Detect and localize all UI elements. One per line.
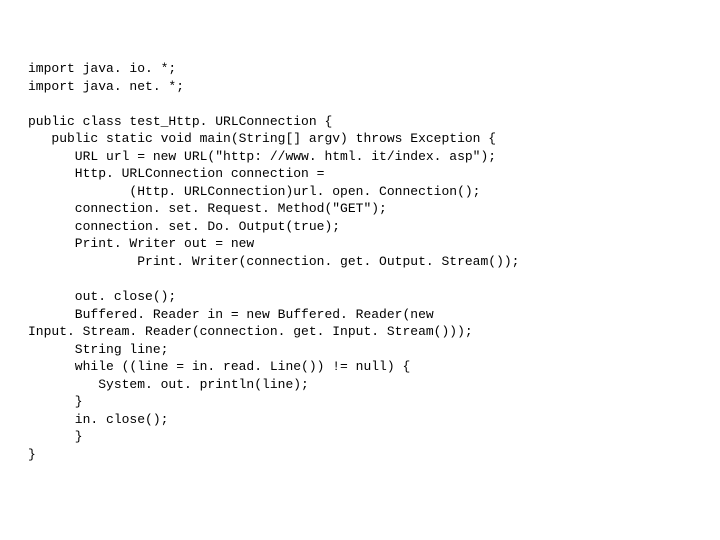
code-listing: import java. io. *; import java. net. *;…: [0, 0, 720, 464]
code-line: }: [28, 429, 83, 444]
code-line: String line;: [28, 342, 168, 357]
code-line: }: [28, 394, 83, 409]
code-line: Print. Writer(connection. get. Output. S…: [28, 254, 519, 269]
code-line: Buffered. Reader in = new Buffered. Read…: [28, 307, 434, 322]
code-line: import java. io. *;: [28, 61, 176, 76]
code-line: System. out. println(line);: [28, 377, 309, 392]
code-line: URL url = new URL("http: //www. html. it…: [28, 149, 496, 164]
code-line: public static void main(String[] argv) t…: [28, 131, 496, 146]
code-line: import java. net. *;: [28, 79, 184, 94]
code-line: public class test_Http. URLConnection {: [28, 114, 332, 129]
code-line: Input. Stream. Reader(connection. get. I…: [28, 324, 473, 339]
code-line: Print. Writer out = new: [28, 236, 254, 251]
code-line: connection. set. Do. Output(true);: [28, 219, 340, 234]
code-line: (Http. URLConnection)url. open. Connecti…: [28, 184, 480, 199]
code-line: in. close();: [28, 412, 168, 427]
code-line: while ((line = in. read. Line()) != null…: [28, 359, 410, 374]
code-line: }: [28, 447, 36, 462]
code-line: connection. set. Request. Method("GET");: [28, 201, 387, 216]
code-line: out. close();: [28, 289, 176, 304]
code-line: Http. URLConnection connection =: [28, 166, 324, 181]
